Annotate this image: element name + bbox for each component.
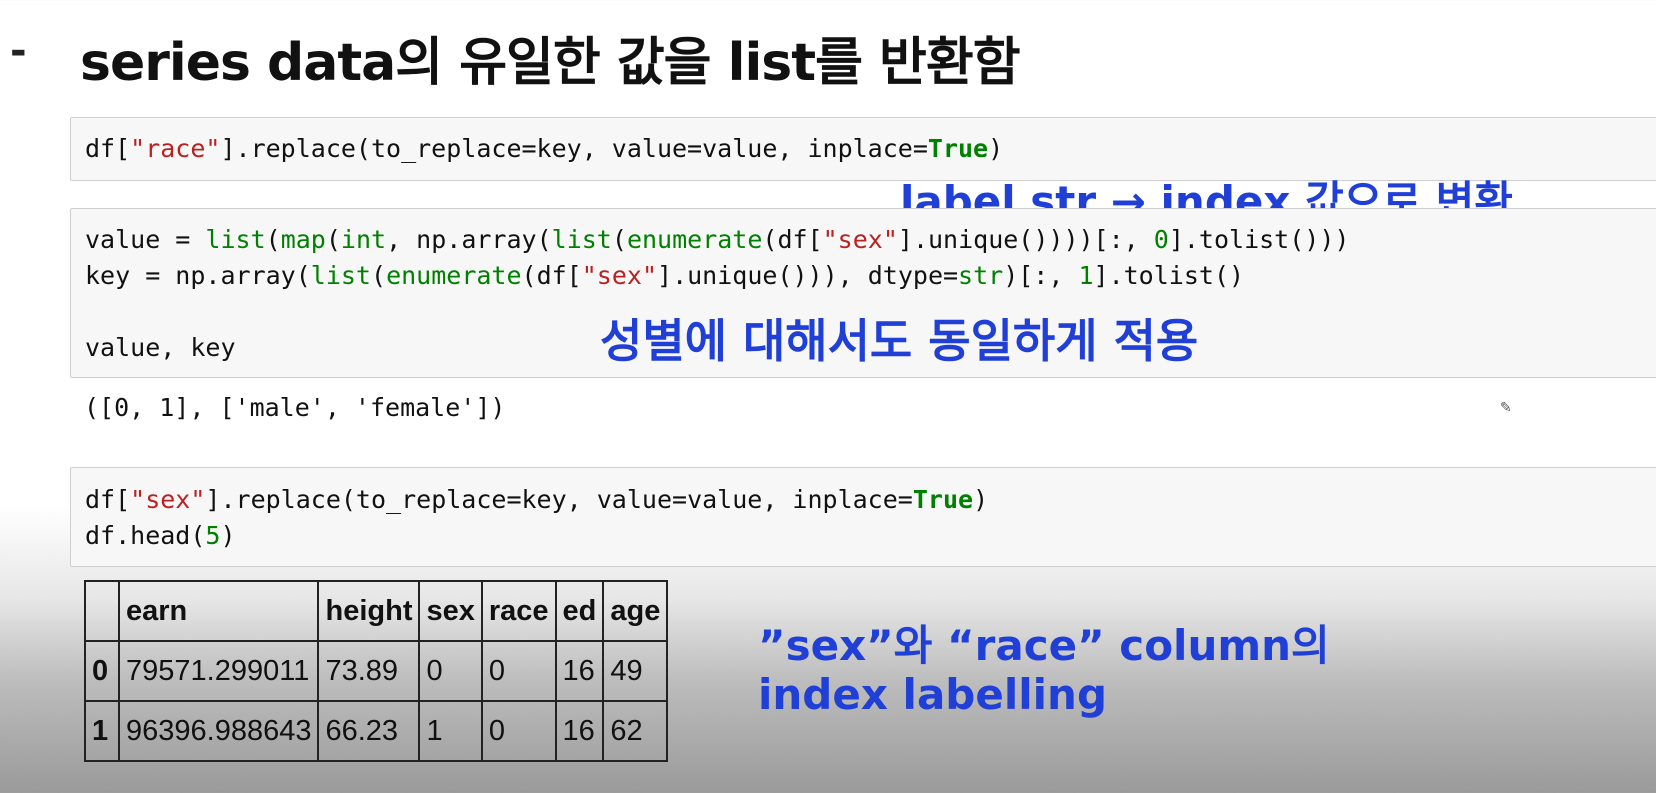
cell-output: ([0, 1], ['male', 'female']): [84, 393, 506, 422]
code-token: ): [988, 134, 1004, 163]
table-header-row: earn height sex race ed age: [84, 580, 669, 642]
table-cell: 49: [602, 640, 669, 702]
annotation-apply-to-sex: 성별에 대해서도 동일하게 적용: [600, 314, 1199, 368]
table-cell: 96396.988643: [117, 700, 320, 762]
annotation-index-labelling-line1: ”sex”와 “race” column의: [758, 621, 1330, 670]
code-line: df.head(5): [85, 521, 236, 550]
column-header: sex: [418, 580, 483, 642]
column-header: earn: [117, 580, 320, 642]
table-row: 1 96396.988643 66.23 1 0 16 62: [84, 700, 669, 762]
code-token: df[: [85, 134, 131, 163]
code-line: value = list(map(int, np.array(list(enum…: [85, 225, 1350, 254]
column-header: race: [480, 580, 557, 642]
code-string: "race": [130, 134, 221, 163]
table-cell: 16: [554, 700, 605, 762]
table-cell: 0: [480, 700, 557, 762]
slide-title: series data의 유일한 값을 list를 반환함: [80, 33, 1021, 93]
table-cell: 73.89: [317, 640, 421, 702]
code-keyword: True: [927, 134, 989, 163]
column-header: age: [602, 580, 669, 642]
table-cell: 0: [480, 640, 557, 702]
column-header: [84, 580, 120, 642]
table-cell: 16: [554, 640, 605, 702]
column-header: height: [317, 580, 421, 642]
table-cell: 1: [418, 700, 483, 762]
table-cell: 62: [602, 700, 669, 762]
code-line: df["sex"].replace(to_replace=key, value=…: [85, 485, 989, 514]
dataframe-table: earn height sex race ed age 0 79571.2990…: [84, 580, 669, 762]
table-cell: 0: [418, 640, 483, 702]
title-bullet: -: [10, 28, 27, 74]
code-token: ].replace(to_replace=key, value=value, i…: [220, 134, 928, 163]
code-line: key = np.array(list(enumerate(df["sex"].…: [85, 261, 1245, 290]
code-line: df["race"].replace(to_replace=key, value…: [85, 131, 1003, 167]
column-header: ed: [554, 580, 605, 642]
pencil-icon: ✎: [1500, 400, 1512, 416]
code-line: value, key: [85, 333, 236, 362]
table-cell: 79571.299011: [117, 640, 320, 702]
code-cell-3[interactable]: df["sex"].replace(to_replace=key, value=…: [70, 467, 1656, 567]
row-index: 1: [84, 700, 120, 762]
row-index: 0: [84, 640, 120, 702]
annotation-index-labelling-line2: index labelling: [758, 670, 1108, 719]
table-cell: 66.23: [317, 700, 421, 762]
table-row: 0 79571.299011 73.89 0 0 16 49: [84, 640, 669, 702]
